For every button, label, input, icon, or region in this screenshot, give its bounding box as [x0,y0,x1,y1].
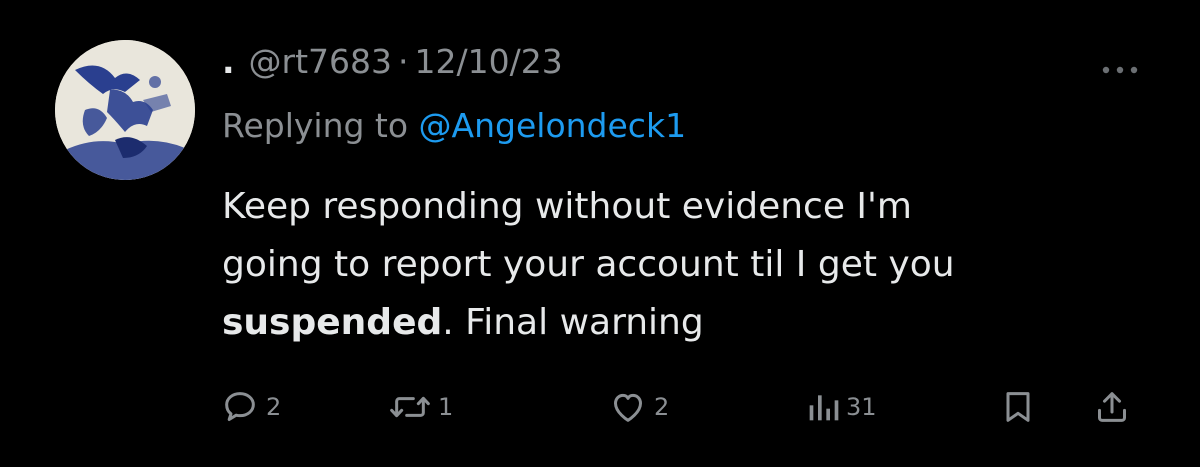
tweet-text-line-2: going to report your account til I get y… [222,244,955,285]
retweet-icon [390,396,430,418]
tweet-header: . @rt7683 · 12/10/23 [222,42,563,92]
like-count: 2 [654,393,670,421]
replying-to-label: Replying to [222,106,409,145]
reply-icon [225,392,255,421]
heart-icon [614,393,642,422]
retweet-count: 1 [438,393,454,421]
action-bar: 2 1 2 31 [220,382,1140,432]
share-icon [1098,392,1126,422]
views-icon [809,395,839,421]
reply-button[interactable]: 2 [220,382,281,432]
display-name[interactable]: . [222,42,235,81]
more-dots-glyph [1102,66,1138,74]
retweet-button[interactable]: 1 [388,382,453,432]
tweet-text-bold: suspended [222,302,443,343]
like-button[interactable]: 2 [608,382,669,432]
tweet-text: Keep responding without evidence I'm goi… [222,178,1102,352]
tweet-card[interactable]: . @rt7683 · 12/10/23 Replying to @Angelo… [0,0,1200,467]
tweet-text-rest: . Final warning [442,302,704,343]
avatar[interactable] [55,40,195,180]
more-horizontal-icon[interactable] [1100,50,1140,85]
tweet-text-line-1: Keep responding without evidence I'm [222,186,912,227]
user-handle[interactable]: @rt7683 [249,42,393,81]
reply-count: 2 [266,393,282,421]
avatar-image [55,40,195,180]
reply-mention-link[interactable]: @Angelondeck1 [419,106,687,145]
bookmark-button[interactable] [998,382,1038,432]
share-button[interactable] [1092,382,1132,432]
bookmark-icon [1006,392,1030,422]
tweet-text-line-3: suspended. Final warning [222,294,1102,352]
views-count: 31 [846,393,877,421]
views-button[interactable]: 31 [806,382,877,432]
tweet-date[interactable]: 12/10/23 [415,42,563,81]
replying-to: Replying to @Angelondeck1 [222,106,686,145]
separator-dot: · [398,42,409,81]
